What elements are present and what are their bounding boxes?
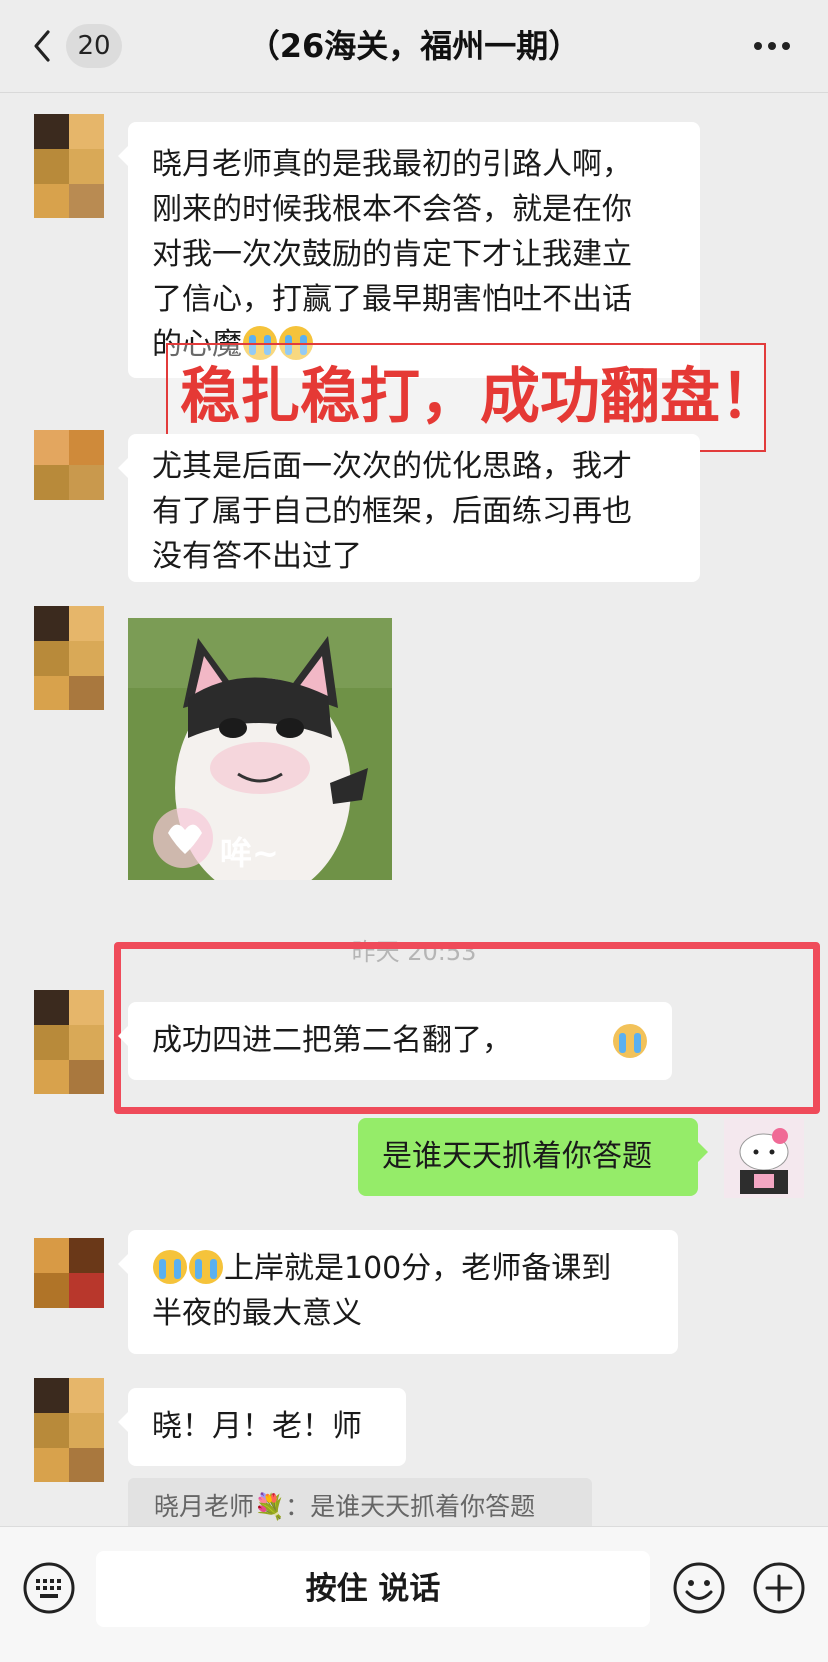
chat-title: （26海关，福州一期） [247,27,581,65]
sender-avatar[interactable] [34,990,104,1094]
hold-to-talk-button[interactable]: 按住 说话 [96,1551,650,1627]
message-bubble[interactable]: 成功四进二把第二名翻了， [118,1002,672,1080]
message-line: 刚来的时候我根本不会答，就是在你 [152,192,632,227]
message-line: 上岸就是100分，老师备课到 [152,1246,654,1291]
back-arrow-icon[interactable] [28,26,58,66]
unread-count-badge[interactable]: 20 [66,24,122,68]
sender-avatar[interactable] [34,1238,104,1308]
sticker-caption: 哞~ [220,834,279,872]
chat-header: 20 （26海关，福州一期） [0,0,828,93]
more-options-icon[interactable] [752,40,792,52]
message-bubble[interactable]: 晓月老师真的是我最初的引路人啊， 刚来的时候我根本不会答，就是在你 对我一次次鼓… [118,122,700,378]
sender-avatar[interactable] [34,1378,104,1482]
message-line: 有了属于自己的框架，后面练习再也 [152,494,632,529]
headline-overlay-text: 稳扎稳打，成功翻盘！ [180,362,780,432]
message-text: 成功四进二把第二名翻了， [152,1023,512,1058]
self-message-bubble[interactable]: 是谁天天抓着你答题 [358,1118,708,1196]
plus-icon[interactable] [752,1561,806,1615]
message-line: 半夜的最大意义 [152,1296,362,1331]
message-line: 尤其是后面一次次的优化思路，我才 [152,449,632,484]
doge-emoji-icon [613,1024,647,1058]
message-text: 是谁天天抓着你答题 [382,1139,652,1174]
message-text: 晓！月！老！师 [152,1409,362,1444]
hello-kitty-avatar-icon [724,1118,804,1198]
self-avatar[interactable] [724,1118,804,1198]
crying-emoji-icon [189,1250,223,1284]
keyboard-icon[interactable] [22,1561,76,1615]
sender-avatar[interactable] [34,114,104,218]
crying-emoji-icon [153,1250,187,1284]
sender-avatar[interactable] [34,430,104,500]
message-bubble[interactable]: 上岸就是100分，老师备课到 半夜的最大意义 [118,1230,678,1354]
message-bubble[interactable]: 晓！月！老！师 [118,1388,406,1466]
sender-avatar[interactable] [34,606,104,710]
emoji-picker-icon[interactable] [672,1561,726,1615]
input-bar: 按住 说话 [0,1526,828,1662]
message-line: 了信心，打赢了最早期害怕吐不出话 [152,282,632,317]
message-line: 晓月老师真的是我最初的引路人啊， [152,147,632,182]
message-line: 对我一次次鼓励的肯定下才让我建立 [152,237,632,272]
message-bubble[interactable]: 尤其是后面一次次的优化思路，我才 有了属于自己的框架，后面练习再也 没有答不出过… [118,434,700,582]
message-line: 没有答不出过了 [152,539,362,574]
cow-sticker-image[interactable]: 哞~ [128,618,392,880]
